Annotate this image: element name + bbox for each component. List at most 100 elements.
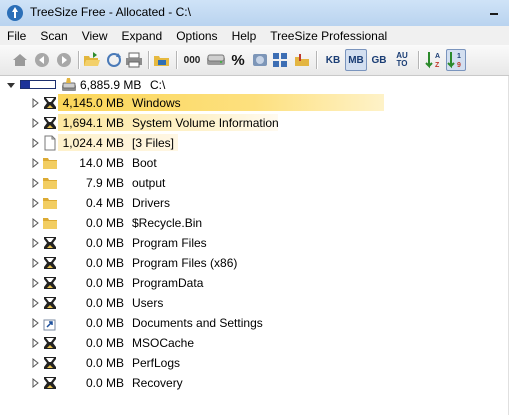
root-size: 6,885.9 MB — [80, 78, 142, 92]
folder-save-icon — [154, 56, 169, 66]
expand-arrow-icon[interactable] — [32, 338, 40, 348]
back-arrow-icon — [35, 53, 49, 67]
back-button[interactable] — [32, 49, 52, 71]
minimize-button[interactable] — [484, 0, 504, 20]
collapse-arrow-icon[interactable] — [6, 80, 15, 90]
tree-row[interactable]: 14.0 MB Boot — [0, 153, 509, 173]
row-name: ProgramData — [132, 276, 204, 290]
row-name: PerfLogs — [132, 356, 181, 370]
forward-arrow-icon — [57, 53, 71, 67]
sort-by-size-button[interactable]: 19 — [446, 49, 466, 71]
toolbar-separator — [176, 51, 178, 69]
expand-arrow-icon[interactable] — [32, 218, 40, 228]
expand-arrow-icon[interactable] — [32, 258, 40, 268]
open-folder-button[interactable] — [82, 49, 102, 71]
menu-file[interactable]: File — [0, 29, 33, 43]
menu-options[interactable]: Options — [169, 29, 224, 43]
expand-arrow-icon[interactable] — [32, 238, 40, 248]
expand-arrow-icon[interactable] — [32, 138, 40, 148]
tree-row[interactable]: 0.0 MB Users — [0, 293, 509, 313]
svg-text:1: 1 — [457, 53, 461, 60]
expand-arrow-icon[interactable] — [32, 98, 40, 108]
explore-button[interactable] — [292, 49, 312, 71]
tree-row[interactable]: 0.0 MB MSOCache — [0, 333, 509, 353]
row-size: 0.0 MB — [85, 276, 124, 290]
folder-tree: 6,885.9 MB C:\ 4,145.0 MB Windows 1,694.1 … — [0, 76, 509, 415]
expand-arrow-icon[interactable] — [32, 118, 40, 128]
tree-row[interactable]: 4,145.0 MB Windows — [0, 93, 509, 113]
row-size: 1,024.4 MB — [62, 136, 124, 150]
tree-root-row[interactable]: 6,885.9 MB C:\ — [0, 76, 509, 94]
disk-usage-button[interactable] — [205, 49, 227, 71]
expand-arrow-icon[interactable] — [32, 158, 40, 168]
files-icon — [253, 54, 267, 66]
toolbar: 000 % KB MB GB AU TO AZ 19 — [0, 45, 509, 76]
menu-help[interactable]: Help — [225, 29, 264, 43]
row-name: output — [132, 176, 166, 190]
row-size: 0.0 MB — [85, 216, 124, 230]
menu-treesize-professional[interactable]: TreeSize Professional — [263, 29, 394, 43]
row-size: 0.0 MB — [85, 236, 124, 250]
row-size: 0.0 MB — [85, 356, 124, 370]
forward-button[interactable] — [54, 49, 74, 71]
printer-icon — [126, 52, 142, 68]
refresh-button[interactable] — [104, 49, 124, 71]
tree-row[interactable]: 0.0 MB Program Files (x86) — [0, 253, 509, 273]
hourglass-folder-icon — [44, 237, 56, 249]
tree-row[interactable]: 0.0 MB Documents and Settings — [0, 313, 509, 333]
hand-folder-icon — [295, 54, 309, 66]
tree-row[interactable]: 0.0 MB $Recycle.Bin — [0, 213, 509, 233]
row-name: Drivers — [132, 196, 170, 210]
expand-arrow-icon[interactable] — [32, 178, 40, 188]
window-title: TreeSize Free - Allocated - C:\ — [30, 5, 191, 19]
row-size: 0.0 MB — [85, 256, 124, 270]
svg-text:A: A — [435, 53, 440, 60]
home-button[interactable] — [10, 49, 30, 71]
grid-view-button[interactable] — [270, 49, 290, 71]
unit-mb-button[interactable]: MB — [345, 49, 367, 71]
files-button[interactable] — [250, 49, 270, 71]
row-size: 0.4 MB — [85, 196, 124, 210]
file-icon — [44, 135, 56, 151]
menu-expand[interactable]: Expand — [115, 29, 170, 43]
row-name: [3 Files] — [132, 136, 175, 150]
row-size: 0.0 MB — [85, 296, 124, 310]
tree-row[interactable]: 1,024.4 MB [3 Files] — [0, 133, 509, 153]
expand-arrow-icon[interactable] — [32, 378, 40, 388]
hourglass-folder-icon — [44, 277, 56, 289]
tree-row[interactable]: 7.9 MB output — [0, 173, 509, 193]
menu-scan[interactable]: Scan — [33, 29, 74, 43]
row-size: 14.0 MB — [79, 156, 124, 170]
tree-row[interactable]: 1,694.1 MB System Volume Information — [0, 113, 509, 133]
expand-arrow-icon[interactable] — [32, 198, 40, 208]
expand-arrow-icon[interactable] — [32, 278, 40, 288]
unit-kb-button[interactable]: KB — [322, 49, 344, 71]
expand-arrow-icon[interactable] — [32, 358, 40, 368]
row-name: Program Files (x86) — [132, 256, 238, 270]
row-size: 0.0 MB — [85, 336, 124, 350]
format-thousands-button[interactable]: 000 — [181, 49, 203, 71]
sort-by-name-button[interactable]: AZ — [424, 49, 444, 71]
print-button[interactable] — [124, 49, 144, 71]
tree-row[interactable]: 0.0 MB Program Files — [0, 233, 509, 253]
save-button[interactable] — [152, 49, 172, 71]
unit-auto-button[interactable]: AU TO — [391, 49, 413, 71]
menu-view[interactable]: View — [75, 29, 115, 43]
tree-row[interactable]: 0.0 MB ProgramData — [0, 273, 509, 293]
hourglass-folder-icon — [44, 337, 56, 349]
tree-row[interactable]: 0.0 MB Recovery — [0, 373, 509, 393]
row-size: 0.0 MB — [85, 376, 124, 390]
tree-row[interactable]: 0.0 MB PerfLogs — [0, 353, 509, 373]
svg-text:Z: Z — [435, 62, 440, 69]
expand-arrow-icon[interactable] — [32, 298, 40, 308]
tree-row[interactable]: 0.4 MB Drivers — [0, 193, 509, 213]
svg-text:9: 9 — [457, 62, 461, 69]
expand-arrow-icon[interactable] — [32, 318, 40, 328]
drive-icon — [62, 78, 76, 91]
shortcut-icon — [43, 319, 56, 331]
row-size: 0.0 MB — [85, 316, 124, 330]
title-bar: TreeSize Free - Allocated - C:\ — [0, 0, 509, 27]
treesize-logo-icon[interactable] — [6, 4, 24, 22]
unit-gb-button[interactable]: GB — [368, 49, 390, 71]
percent-button[interactable]: % — [228, 49, 248, 71]
